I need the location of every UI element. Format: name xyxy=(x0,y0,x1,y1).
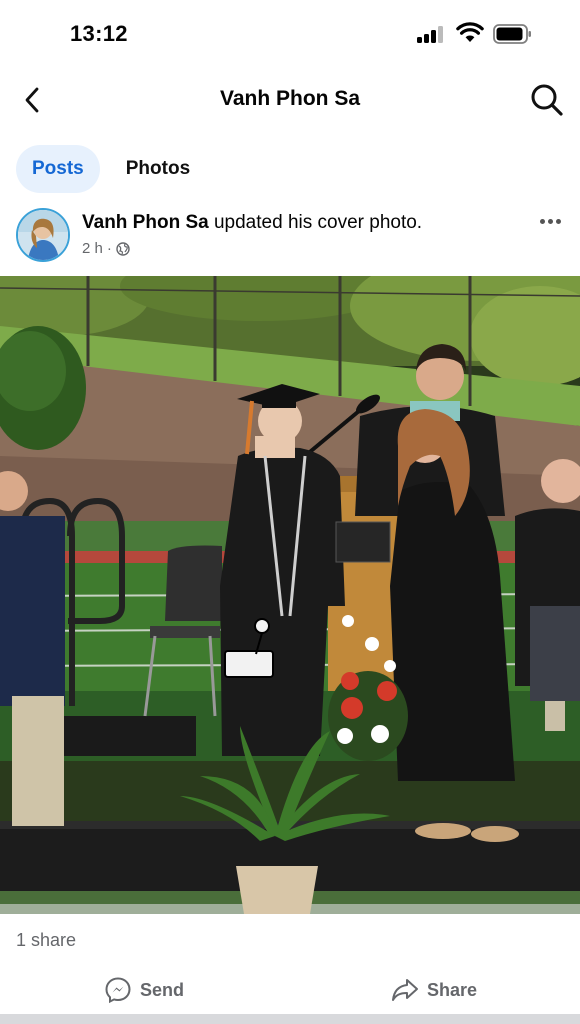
messenger-icon xyxy=(105,977,131,1004)
status-bar: 13:12 xyxy=(0,0,580,68)
post-meta: 2 h · xyxy=(82,240,130,257)
cover-photo[interactable] xyxy=(0,276,580,914)
share-arrow-icon xyxy=(392,979,418,1001)
tab-photos[interactable]: Photos xyxy=(110,145,206,193)
send-label: Send xyxy=(140,979,185,1000)
meta-separator: · xyxy=(106,240,112,257)
avatar-image xyxy=(18,210,68,260)
post-actions: Send Share xyxy=(0,968,580,1012)
more-options-button[interactable] xyxy=(536,211,564,231)
post-action-text: updated his cover photo. xyxy=(208,212,423,233)
send-button[interactable]: Send xyxy=(104,968,184,1012)
post-description: Vanh Phon Sa updated his cover photo. xyxy=(82,212,422,234)
post-header: Vanh Phon Sa updated his cover photo. 2 … xyxy=(0,205,580,267)
globe-icon xyxy=(116,241,130,256)
more-dots-icon xyxy=(539,218,545,224)
tab-posts[interactable]: Posts xyxy=(16,145,100,193)
share-button[interactable]: Share xyxy=(391,968,477,1012)
share-label: Share xyxy=(427,979,478,1000)
share-count[interactable]: 1 share xyxy=(16,930,76,951)
wifi-icon xyxy=(456,22,484,42)
search-button[interactable] xyxy=(527,81,567,119)
search-icon xyxy=(531,84,563,116)
post-time[interactable]: 2 h xyxy=(82,240,103,257)
post-author-name[interactable]: Vanh Phon Sa xyxy=(82,212,209,233)
status-time: 13:12 xyxy=(70,21,128,46)
avatar[interactable] xyxy=(16,208,70,262)
cellular-signal-icon xyxy=(417,25,447,43)
navigation-header: Vanh Phon Sa xyxy=(0,68,580,130)
battery-icon xyxy=(493,24,531,44)
graduation-photo xyxy=(0,276,580,914)
page-title: Vanh Phon Sa xyxy=(219,87,361,110)
profile-tabs: Posts Photos xyxy=(16,145,206,195)
feed-divider xyxy=(0,1014,580,1024)
